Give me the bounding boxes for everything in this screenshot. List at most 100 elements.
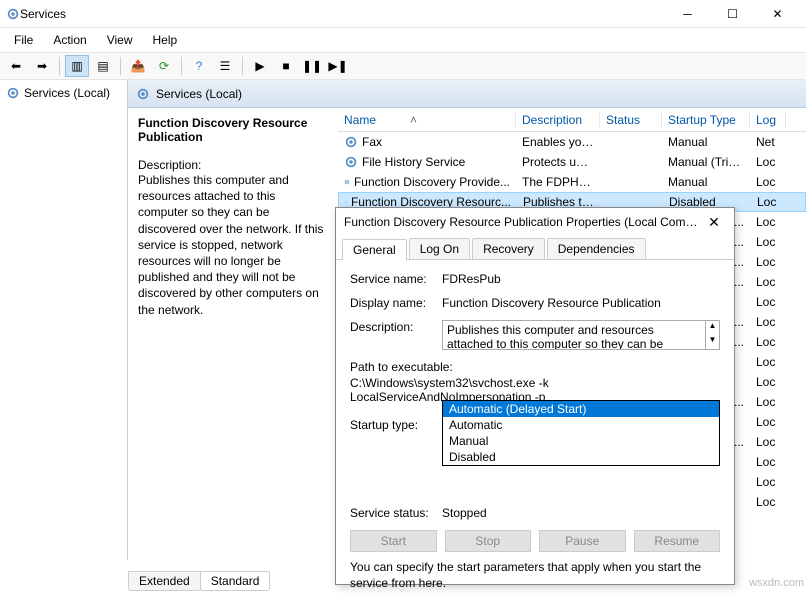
tab-dependencies[interactable]: Dependencies xyxy=(547,238,646,259)
col-description[interactable]: Description xyxy=(516,113,600,127)
service-logon: Loc xyxy=(751,195,787,209)
tab-standard[interactable]: Standard xyxy=(200,572,271,591)
display-name-label: Display name: xyxy=(350,296,442,310)
pause-service-button[interactable]: ❚❚ xyxy=(300,55,324,77)
service-logon: Loc xyxy=(750,355,786,369)
service-row[interactable]: Function Discovery Provide... The FDPHO..… xyxy=(338,172,806,192)
service-gear-icon xyxy=(344,175,350,189)
col-logon[interactable]: Log xyxy=(750,113,786,127)
service-row[interactable]: File History Service Protects use... Manua… xyxy=(338,152,806,172)
stop-button[interactable]: Stop xyxy=(445,530,532,552)
view-tabs: Extended Standard xyxy=(128,571,269,591)
dialog-tabs: General Log On Recovery Dependencies xyxy=(336,236,734,260)
service-logon: Loc xyxy=(750,275,786,289)
watermark: wsxdn.com xyxy=(749,577,804,589)
list-header: Name˄ Description Status Startup Type Lo… xyxy=(338,108,806,132)
col-status[interactable]: Status xyxy=(600,113,662,127)
tab-recovery[interactable]: Recovery xyxy=(472,238,545,259)
close-button[interactable]: ✕ xyxy=(755,0,800,28)
services-icon xyxy=(6,7,20,21)
option-disabled[interactable]: Disabled xyxy=(443,449,719,465)
description-pane: Function Discovery Resource Publication … xyxy=(128,108,338,560)
option-manual[interactable]: Manual xyxy=(443,433,719,449)
service-startup: Manual xyxy=(662,175,750,189)
minimize-button[interactable]: ─ xyxy=(665,0,710,28)
service-logon: Loc xyxy=(750,455,786,469)
resume-button[interactable]: Resume xyxy=(634,530,721,552)
scroll-down-icon[interactable]: ▼ xyxy=(706,335,719,349)
service-logon: Loc xyxy=(750,295,786,309)
service-name: Function Discovery Provide... xyxy=(354,175,510,189)
start-service-button[interactable]: ▶ xyxy=(248,55,272,77)
properties-button[interactable]: ☰ xyxy=(213,55,237,77)
services-icon xyxy=(6,86,20,100)
service-gear-icon xyxy=(344,135,358,149)
service-logon: Loc xyxy=(750,395,786,409)
col-startup-type[interactable]: Startup Type xyxy=(662,113,750,127)
toolbar-separator xyxy=(181,57,182,75)
tree-root-services-local[interactable]: Services (Local) xyxy=(0,84,127,102)
help-button[interactable]: ? xyxy=(187,55,211,77)
startup-type-dropdown: Automatic (Delayed Start) Automatic Manu… xyxy=(442,400,720,466)
scroll-up-icon[interactable]: ▲ xyxy=(706,321,719,335)
window-title: Services xyxy=(20,7,665,21)
description-label: Description: xyxy=(138,158,328,172)
col-name[interactable]: Name˄ xyxy=(338,113,516,127)
service-name: File History Service xyxy=(362,155,465,169)
menu-action[interactable]: Action xyxy=(45,31,94,49)
description-label: Description: xyxy=(350,320,442,350)
service-logon: Net xyxy=(750,135,786,149)
menu-view[interactable]: View xyxy=(99,31,141,49)
refresh-button[interactable]: ⟳ xyxy=(152,55,176,77)
show-hide-console-button[interactable]: ▥ xyxy=(65,55,89,77)
service-startup: Manual (Trig... xyxy=(662,155,750,169)
service-properties-dialog: Function Discovery Resource Publication … xyxy=(335,207,735,585)
start-button[interactable]: Start xyxy=(350,530,437,552)
pause-button[interactable]: Pause xyxy=(539,530,626,552)
tab-logon[interactable]: Log On xyxy=(409,238,470,259)
toolbar-separator xyxy=(120,57,121,75)
service-startup: Manual xyxy=(662,135,750,149)
pane-header: Services (Local) xyxy=(128,80,806,108)
services-icon xyxy=(136,87,150,101)
dialog-titlebar: Function Discovery Resource Publication … xyxy=(336,208,734,236)
service-logon: Loc xyxy=(750,375,786,389)
maximize-button[interactable]: ☐ xyxy=(710,0,755,28)
description-text: Publishes this computer and resources at… xyxy=(138,172,328,318)
selected-service-title: Function Discovery Resource Publication xyxy=(138,116,328,144)
service-status-value: Stopped xyxy=(442,506,720,520)
stop-service-button[interactable]: ■ xyxy=(274,55,298,77)
menu-help[interactable]: Help xyxy=(145,31,186,49)
dialog-close-button[interactable]: ✕ xyxy=(702,214,726,231)
service-logon: Loc xyxy=(750,255,786,269)
service-status-label: Service status: xyxy=(350,506,442,520)
description-textarea[interactable]: Publishes this computer and resources at… xyxy=(442,320,706,350)
startup-type-label: Startup type: xyxy=(350,418,442,438)
service-logon: Loc xyxy=(750,495,786,509)
pane-header-title: Services (Local) xyxy=(156,87,242,101)
service-logon: Loc xyxy=(750,415,786,429)
window-titlebar: Services ─ ☐ ✕ xyxy=(0,0,806,28)
service-desc: Protects use... xyxy=(516,155,600,169)
menu-file[interactable]: File xyxy=(6,31,41,49)
show-hide-action-button[interactable]: ▤ xyxy=(91,55,115,77)
service-logon: Loc xyxy=(750,435,786,449)
service-desc: The FDPHO... xyxy=(516,175,600,189)
option-automatic[interactable]: Automatic xyxy=(443,417,719,433)
tab-extended[interactable]: Extended xyxy=(128,572,201,591)
sort-up-icon: ˄ xyxy=(410,113,417,127)
service-row[interactable]: FaxEnables you...ManualNet xyxy=(338,132,806,152)
path-label: Path to executable: xyxy=(350,360,720,374)
service-logon: Loc xyxy=(750,155,786,169)
service-logon: Loc xyxy=(750,475,786,489)
tab-general[interactable]: General xyxy=(342,239,407,260)
service-logon: Loc xyxy=(750,175,786,189)
restart-service-button[interactable]: ▶❚ xyxy=(326,55,350,77)
service-gear-icon xyxy=(344,155,358,169)
dialog-title: Function Discovery Resource Publication … xyxy=(344,215,702,229)
export-button[interactable]: 📤 xyxy=(126,55,150,77)
service-logon: Loc xyxy=(750,315,786,329)
forward-button[interactable]: ➡ xyxy=(30,55,54,77)
back-button[interactable]: ⬅ xyxy=(4,55,28,77)
option-automatic-delayed[interactable]: Automatic (Delayed Start) xyxy=(443,401,719,417)
